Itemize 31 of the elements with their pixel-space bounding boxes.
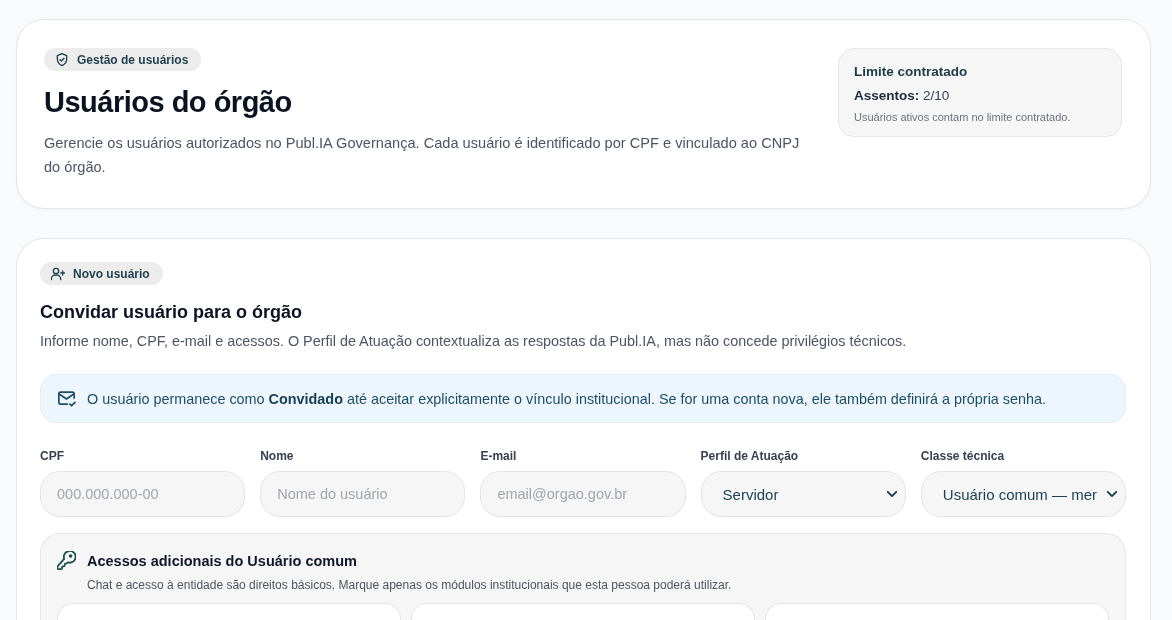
limit-title: Limite contratado	[854, 63, 969, 81]
chevron-down-icon	[1107, 491, 1117, 497]
field-label: E-mail	[480, 448, 518, 464]
key-icon	[57, 551, 76, 570]
shield-check-icon	[55, 52, 69, 67]
panel-title: Acessos adicionais do Usuário comum	[87, 552, 358, 570]
page-title: Usuários do órgão	[44, 85, 293, 120]
tag-label: Novo usuário	[73, 266, 150, 281]
input-field[interactable]: Nome do usuário	[260, 471, 466, 517]
field-label: Nome	[260, 448, 295, 464]
option-card[interactable]	[57, 603, 401, 620]
page-description: Gerencie os usuários autorizados no Publ.IA Governança. Cada usuário é identificado por CPF e vinculado ao CNPJ do órgão.	[44, 134, 801, 177]
section-title: Convidar usuário para o órgão	[40, 301, 304, 324]
select-field[interactable]: Servidor	[700, 471, 906, 517]
panel-description: Chat e acesso à entidade são direitos básicos. Marque apenas os módulos institucionais que esta pessoa poderá utilizar.	[87, 577, 732, 593]
select-field[interactable]: Usuário comum — mer	[920, 471, 1126, 517]
field-label: CPF	[40, 448, 65, 464]
field-label: Classe técnica	[920, 448, 1006, 464]
limit-note: Usuários ativos contam no limite contratado.	[854, 110, 1072, 124]
section-description: Informe nome, CPF, e-mail e acessos. O Perfil de Atuação contextualiza as respostas da Publ.IA, mas não concede privilégios técnicos.	[40, 332, 908, 351]
user-plus-icon	[51, 266, 65, 281]
option-card[interactable]	[765, 603, 1109, 620]
chevron-down-icon	[886, 491, 897, 497]
seats-count: Assentos: 2/10	[854, 87, 951, 105]
mail-check-icon	[57, 390, 76, 407]
notice-text: O usuário permanece como Convidado até aceitar explicitamente o vínculo institucional. Se for uma conta nova, ele também definirá a própria senha.	[87, 389, 1047, 409]
tag-label: Gestão de usuários	[77, 52, 189, 67]
input-field[interactable]: email@orgao.gov.br	[480, 471, 686, 517]
input-field[interactable]: 000.000.000-00	[40, 471, 246, 517]
field-label: Perfil de Atuação	[700, 448, 800, 464]
option-card[interactable]	[411, 603, 755, 620]
